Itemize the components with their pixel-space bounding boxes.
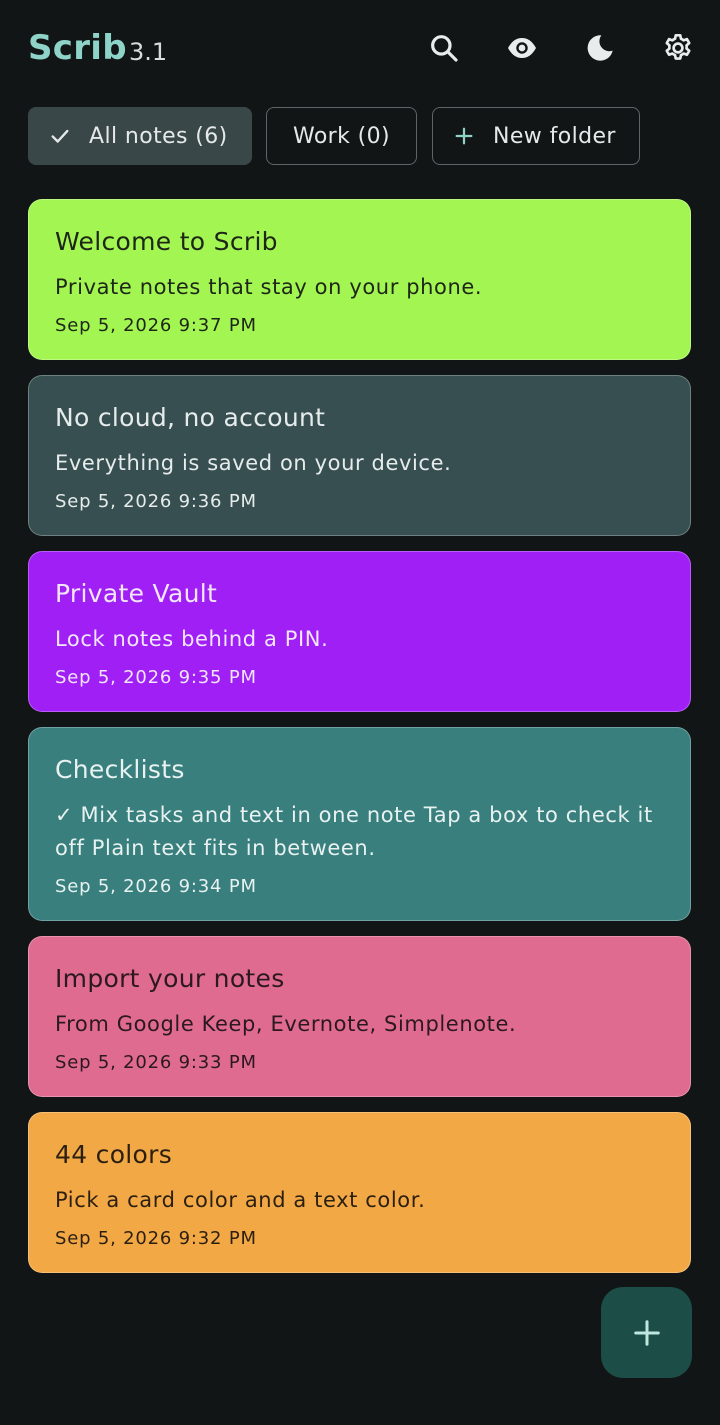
chip-label: All notes (6) [89, 123, 228, 149]
note-date: Sep 5, 2026 9:35 PM [55, 667, 257, 688]
chip-work[interactable]: Work (0) [266, 107, 417, 165]
note-body: Pick a card color and a text color. [55, 1188, 426, 1212]
note-body: From Google Keep, Evernote, Simplenote. [55, 1012, 517, 1036]
note-body: Everything is saved on your device. [55, 451, 452, 475]
check-icon [49, 125, 71, 147]
note-title: No cloud, no account [55, 403, 326, 432]
note-title: 44 colors [55, 1140, 173, 1169]
note-card[interactable]: No cloud, no account Everything is saved… [28, 375, 691, 536]
app-title: Scrib [28, 28, 127, 68]
note-date: Sep 5, 2026 9:34 PM [55, 876, 257, 897]
note-title: Checklists [55, 755, 185, 784]
note-card[interactable]: Private Vault Lock notes behind a PIN. S… [28, 551, 691, 712]
note-card[interactable]: Import your notes From Google Keep, Ever… [28, 936, 691, 1097]
app-version: 3.1 [129, 38, 168, 66]
note-body: Lock notes behind a PIN. [55, 627, 329, 651]
note-date: Sep 5, 2026 9:36 PM [55, 491, 257, 512]
note-body: Private notes that stay on your phone. [55, 275, 483, 299]
note-card[interactable]: 44 colors Pick a card color and a text c… [28, 1112, 691, 1273]
add-note-button[interactable] [601, 1287, 692, 1378]
note-title: Import your notes [55, 964, 285, 993]
search-icon[interactable] [424, 28, 464, 68]
chip-all-notes[interactable]: All notes (6) [28, 107, 252, 165]
note-date: Sep 5, 2026 9:32 PM [55, 1228, 257, 1249]
gear-icon[interactable] [658, 28, 698, 68]
note-card[interactable]: Welcome to Scrib Private notes that stay… [28, 199, 691, 360]
chip-label: Work (0) [292, 123, 391, 149]
note-body: ✓ Mix tasks and text in one note Tap a b… [55, 803, 653, 860]
app-root: Scrib 3.1 All notes (6) Work (0) New fol… [0, 0, 720, 1425]
note-date: Sep 5, 2026 9:33 PM [55, 1052, 257, 1073]
note-title: Welcome to Scrib [55, 227, 278, 256]
note-title: Private Vault [55, 579, 218, 608]
eye-icon[interactable] [502, 28, 542, 68]
plus-icon [632, 1318, 662, 1348]
note-date: Sep 5, 2026 9:37 PM [55, 315, 257, 336]
moon-icon[interactable] [580, 28, 620, 68]
new-folder-button[interactable]: New folder [432, 107, 640, 165]
plus-icon [453, 125, 475, 147]
app-header: Scrib 3.1 [0, 0, 720, 96]
note-card[interactable]: Checklists ✓ Mix tasks and text in one n… [28, 727, 691, 921]
chip-label: New folder [493, 123, 616, 149]
